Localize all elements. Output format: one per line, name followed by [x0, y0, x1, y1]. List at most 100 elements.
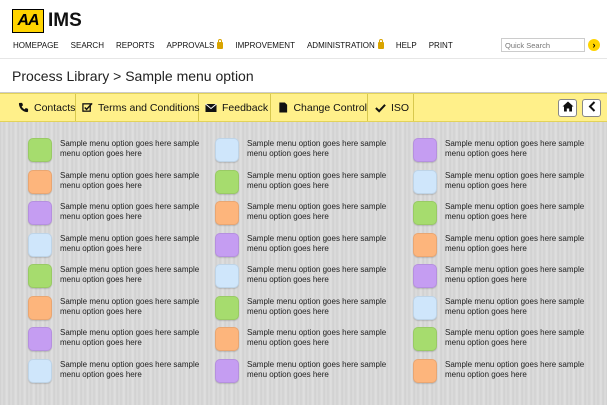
menu-tile-label: Sample menu option goes here sample menu… [445, 170, 585, 190]
chevron-right-icon: › [588, 39, 600, 51]
menu-tile-label: Sample menu option goes here sample menu… [247, 202, 387, 221]
menu-tile[interactable]: Sample menu option goes here sample menu… [215, 232, 387, 257]
nav-item-print[interactable]: PRINT [429, 41, 453, 50]
menu-tile[interactable]: Sample menu option goes here sample menu… [28, 295, 200, 320]
phone-icon [18, 102, 29, 114]
menu-tile-label: Sample menu option goes here sample menu… [445, 328, 585, 347]
menu-tile-label: Sample menu option goes here sample menu… [60, 296, 200, 316]
search-submit-button[interactable]: › [587, 38, 601, 52]
nav-item-administration[interactable]: ADMINISTRATION [306, 39, 384, 50]
lock-icon [377, 39, 384, 49]
menu-tile[interactable]: Sample menu option goes here sample menu… [413, 201, 585, 225]
green-tile-icon [215, 295, 239, 320]
menu-tile-label: Sample menu option goes here sample menu… [247, 233, 387, 253]
purple-tile-icon [215, 232, 239, 257]
home-button[interactable] [558, 99, 577, 117]
purple-tile-icon [215, 358, 239, 383]
purple-tile-icon [28, 201, 52, 225]
menu-tile[interactable]: Sample menu option goes here sample menu… [215, 295, 387, 320]
menu-tile[interactable]: Sample menu option goes here sample menu… [413, 169, 585, 194]
menu-tile-label: Sample menu option goes here sample menu… [60, 139, 200, 158]
app-name: IMS [48, 10, 82, 31]
nav-item-label: ADMINISTRATION [306, 41, 375, 50]
orange-tile-icon [413, 232, 437, 257]
quick-search-input[interactable] [501, 38, 585, 52]
nav-item-label: HELP [395, 41, 417, 50]
toolbar-contacts[interactable]: Contacts [13, 94, 76, 121]
logo[interactable]: AA IMS [12, 9, 82, 33]
main-nav: HOMEPAGE SEARCH REPORTS APPROVALS IMPROVEMEN… [13, 39, 465, 50]
nav-item-label: SEARCH [70, 41, 104, 50]
home-icon [562, 101, 574, 115]
toolbar-iso-label: ISO [391, 101, 410, 114]
menu-tile[interactable]: Sample menu option goes here sample menu… [413, 327, 585, 351]
menu-tile[interactable]: Sample menu option goes here sample menu… [28, 327, 200, 351]
menu-tile[interactable]: Sample menu option goes here sample menu… [28, 264, 200, 288]
lock-icon [217, 39, 224, 49]
nav-item-homepage[interactable]: HOMEPAGE [13, 41, 59, 50]
title-bar: Process Library > Sample menu option [0, 58, 607, 93]
orange-tile-icon [28, 169, 52, 194]
menu-tile[interactable]: Sample menu option goes here sample menu… [215, 169, 387, 194]
menu-tile[interactable]: Sample menu option goes here sample menu… [28, 138, 200, 162]
menu-tile[interactable]: Sample menu option goes here sample menu… [413, 138, 585, 162]
green-tile-icon [28, 138, 52, 162]
blue-tile-icon [28, 232, 52, 257]
nav-item-label: IMPROVEMENT [235, 41, 295, 50]
nav-item-label: REPORTS [115, 41, 155, 50]
green-tile-icon [28, 264, 52, 288]
back-button[interactable] [582, 99, 601, 117]
blue-tile-icon [28, 358, 52, 383]
menu-tile-label: Sample menu option goes here sample menu… [60, 170, 200, 190]
menu-tile[interactable]: Sample menu option goes here sample menu… [413, 232, 585, 257]
menu-tile-label: Sample menu option goes here sample menu… [60, 265, 200, 284]
menu-tile[interactable]: Sample menu option goes here sample menu… [28, 201, 200, 225]
menu-tile[interactable]: Sample menu option goes here sample menu… [28, 232, 200, 257]
menu-tile-label: Sample menu option goes here sample menu… [247, 265, 387, 284]
back-icon [588, 101, 596, 115]
nav-item-label: APPROVALS [166, 41, 215, 50]
orange-tile-icon [215, 327, 239, 351]
menu-tile[interactable]: Sample menu option goes here sample menu… [215, 358, 387, 383]
nav-item-approvals[interactable]: APPROVALS [166, 39, 224, 50]
toolbar-terms[interactable]: Terms and Conditions [77, 94, 200, 121]
purple-tile-icon [413, 138, 437, 162]
menu-tile-label: Sample menu option goes here sample menu… [445, 359, 585, 379]
toolbar-feedback[interactable]: Feedback [200, 94, 271, 121]
menu-tile-label: Sample menu option goes here sample menu… [445, 296, 585, 316]
toolbar-iso[interactable]: ISO [369, 94, 414, 121]
menu-tile-label: Sample menu option goes here sample menu… [60, 233, 200, 253]
nav-item-reports[interactable]: REPORTS [116, 41, 155, 50]
toolbar-change-control[interactable]: Change Control [272, 94, 368, 121]
nav-item-label: PRINT [428, 41, 453, 50]
menu-tile-label: Sample menu option goes here sample menu… [60, 328, 200, 347]
menu-tile[interactable]: Sample menu option goes here sample menu… [215, 201, 387, 225]
page-title: Process Library > Sample menu option [12, 68, 254, 84]
nav-item-help[interactable]: HELP [396, 41, 417, 50]
nav-item-improvement[interactable]: IMPROVEMENT [235, 41, 295, 50]
menu-tile-label: Sample menu option goes here sample menu… [445, 139, 585, 158]
envelope-icon [205, 102, 217, 114]
menu-tile[interactable]: Sample menu option goes here sample menu… [28, 169, 200, 194]
menu-tile[interactable]: Sample menu option goes here sample menu… [413, 358, 585, 383]
purple-tile-icon [28, 327, 52, 351]
menu-tile[interactable]: Sample menu option goes here sample menu… [413, 264, 585, 288]
menu-tile-label: Sample menu option goes here sample menu… [60, 359, 200, 379]
menu-tile[interactable]: Sample menu option goes here sample menu… [28, 358, 200, 383]
nav-item-label: HOMEPAGE [13, 41, 59, 50]
blue-tile-icon [413, 169, 437, 194]
nav-item-search[interactable]: SEARCH [71, 41, 104, 50]
aa-logo-mark: AA [12, 9, 44, 33]
blue-tile-icon [413, 295, 437, 320]
menu-tile-label: Sample menu option goes here sample menu… [247, 359, 387, 379]
menu-tile[interactable]: Sample menu option goes here sample menu… [215, 327, 387, 351]
orange-tile-icon [215, 201, 239, 225]
menu-tile[interactable]: Sample menu option goes here sample menu… [215, 138, 387, 162]
menu-tile-label: Sample menu option goes here sample menu… [247, 296, 387, 316]
green-tile-icon [413, 327, 437, 351]
menu-tile[interactable]: Sample menu option goes here sample menu… [215, 264, 387, 288]
menu-tile-label: Sample menu option goes here sample menu… [60, 202, 200, 221]
checkbox-icon [82, 102, 93, 114]
menu-tile[interactable]: Sample menu option goes here sample menu… [413, 295, 585, 320]
orange-tile-icon [413, 358, 437, 383]
